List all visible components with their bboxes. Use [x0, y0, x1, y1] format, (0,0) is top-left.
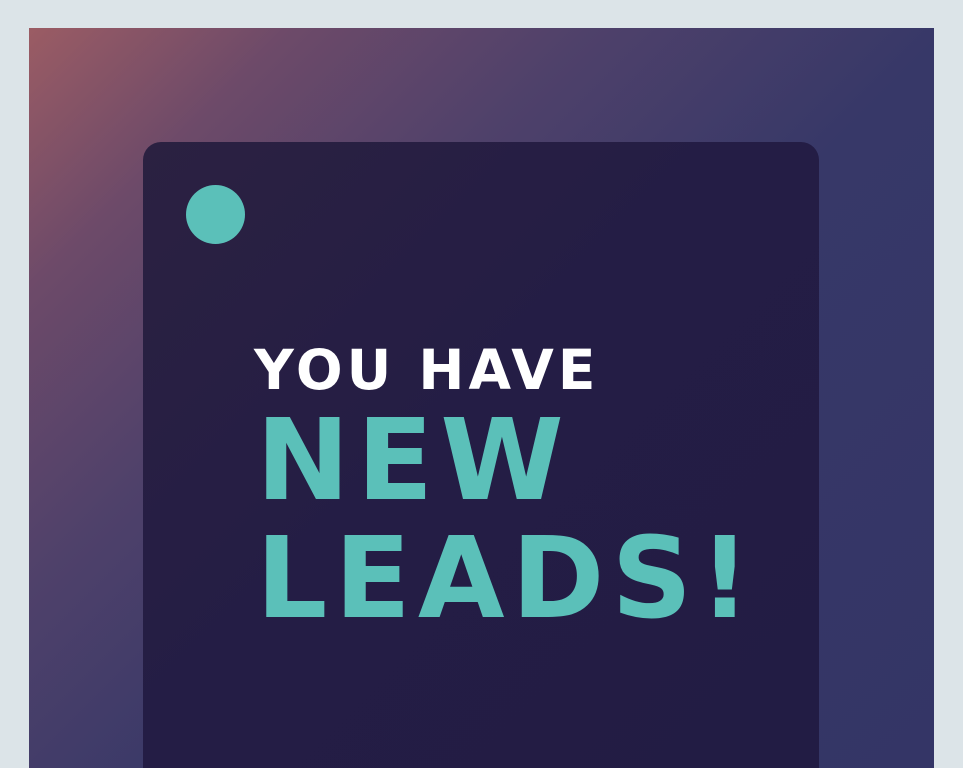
headline-line-you-have: YOU HAVE: [254, 338, 600, 402]
headline-line-leads: LEADS!: [256, 514, 758, 644]
screen-frame: YOU HAVE NEW LEADS!: [0, 0, 963, 768]
teal-dot-icon: [186, 185, 245, 244]
new-leads-headline: YOU HAVE NEW LEADS!: [254, 338, 757, 638]
headline-line-new: NEW: [256, 396, 571, 526]
notification-hero-background: YOU HAVE NEW LEADS!: [29, 28, 934, 768]
new-leads-card: YOU HAVE NEW LEADS!: [143, 142, 819, 768]
